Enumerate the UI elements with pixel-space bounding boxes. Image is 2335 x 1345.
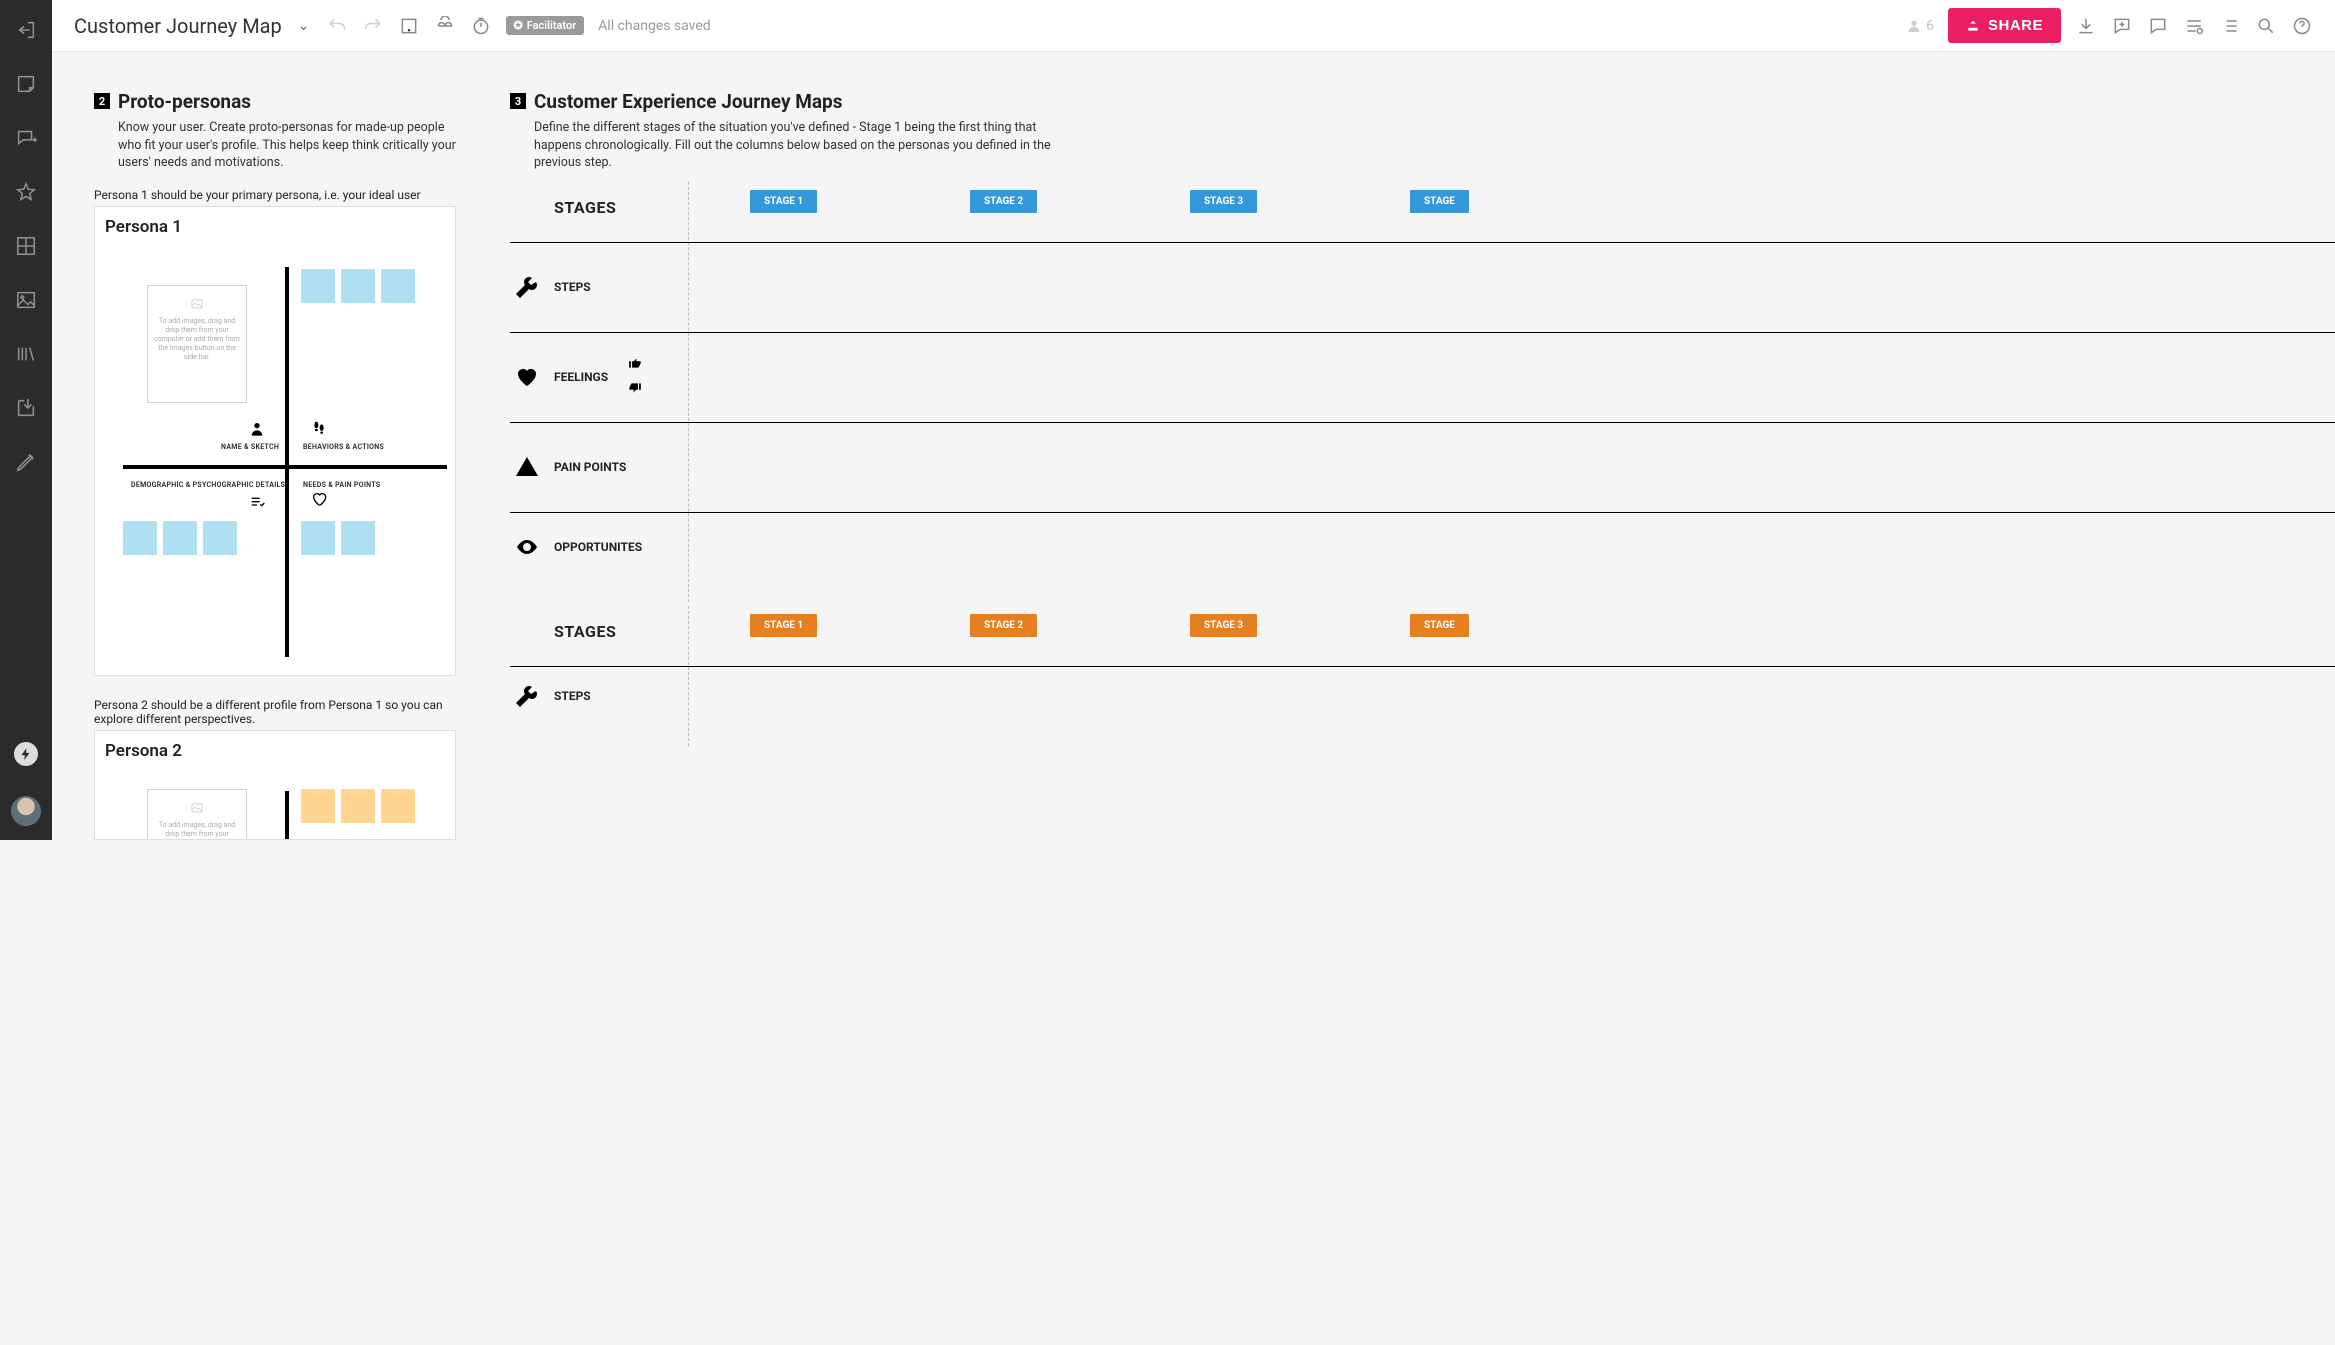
sticky-note[interactable] (381, 789, 415, 823)
lane-opportunities[interactable]: OPPORTUNITES (510, 512, 2335, 582)
thumbs-down-icon (628, 380, 642, 399)
download-icon[interactable] (2075, 15, 2097, 37)
document-title[interactable]: Customer Journey Map (74, 14, 282, 38)
quad-label-tl: NAME & SKETCH (221, 443, 279, 451)
sticky-group-br (301, 521, 375, 555)
facilitator-badge[interactable]: Facilitator (506, 16, 585, 35)
quadrant-hline (123, 465, 447, 469)
stages-label: STAGES (554, 198, 616, 217)
import-icon[interactable] (14, 396, 38, 420)
share-button[interactable]: SHARE (1948, 8, 2061, 43)
persona2-note: Persona 2 should be a different profile … (94, 698, 458, 726)
lane-feelings[interactable]: FEELINGS (510, 332, 2335, 422)
pencil-icon[interactable] (14, 450, 38, 474)
stages-label: STAGES (554, 622, 616, 641)
quad-label-br: NEEDS & PAIN POINTS (303, 481, 380, 489)
persona1-card[interactable]: Persona 1 To add images, drag and drop t… (94, 206, 456, 676)
star-icon[interactable] (14, 180, 38, 204)
list-check-icon (249, 495, 265, 515)
chat-add-icon[interactable] (2111, 15, 2133, 37)
stage-chip[interactable]: STAGE (1410, 614, 1469, 637)
quad-label-bl: DEMOGRAPHIC & PSYCHOGRAPHIC DETAILS (131, 481, 285, 489)
section-number: 3 (510, 93, 526, 109)
help-icon[interactable] (2291, 15, 2313, 37)
timer-icon[interactable] (470, 15, 492, 37)
sticky-note[interactable] (341, 269, 375, 303)
persona1-note: Persona 1 should be your primary persona… (94, 188, 458, 202)
sticky-note[interactable] (381, 269, 415, 303)
stage-chip[interactable]: STAGE 2 (970, 190, 1037, 213)
stage-chip[interactable]: STAGE 3 (1190, 614, 1257, 637)
save-status: All changes saved (598, 18, 711, 34)
section-proto-personas: 2 Proto-personas Know your user. Create … (94, 90, 458, 862)
exit-icon[interactable] (14, 18, 38, 42)
section-description: Define the different stages of the situa… (534, 119, 1054, 172)
activity-icon[interactable] (2183, 15, 2205, 37)
heart-icon (510, 365, 544, 389)
quad-label-tr: BEHAVIORS & ACTIONS (303, 443, 384, 451)
stage-chip[interactable]: STAGE 1 (750, 190, 817, 213)
stage-chip[interactable]: STAGE 2 (970, 614, 1037, 637)
wrench-icon (510, 684, 544, 708)
participants-count[interactable]: 6 (1906, 18, 1934, 34)
bolt-icon[interactable] (14, 742, 38, 766)
section-title: Customer Experience Journey Maps (534, 90, 842, 113)
sticky-group-tr (301, 269, 415, 303)
left-rail (0, 0, 52, 840)
sticky-note[interactable] (341, 789, 375, 823)
lane-steps[interactable]: STEPS (510, 666, 2335, 726)
stage-chip[interactable]: STAGE 3 (1190, 190, 1257, 213)
grid-icon[interactable] (14, 234, 38, 258)
sticky-note[interactable] (301, 789, 335, 823)
quadrant-vline (285, 791, 289, 840)
sticky-group-bl (123, 521, 237, 555)
person-icon (249, 421, 265, 441)
sticky-note[interactable] (123, 521, 157, 555)
stage-chip[interactable]: STAGE 1 (750, 614, 817, 637)
thumbs-up-icon (628, 355, 642, 374)
canvas[interactable]: 2 Proto-personas Know your user. Create … (52, 52, 2335, 1345)
private-mode-icon[interactable] (434, 15, 456, 37)
chat-icon[interactable] (2147, 15, 2169, 37)
persona1-title: Persona 1 (105, 217, 445, 237)
journey-map-2[interactable]: STAGES STAGE 1 STAGE 2 STAGE 3 STAGE STE… (510, 622, 2335, 726)
search-icon[interactable] (2255, 15, 2277, 37)
journey-map-1[interactable]: STAGES STAGE 1 STAGE 2 STAGE 3 STAGE STE… (510, 198, 2335, 582)
persona2-card[interactable]: Persona 2 To add images, drag and drop t… (94, 730, 456, 840)
sticky-note[interactable] (301, 269, 335, 303)
warning-icon (510, 455, 544, 479)
lane-pain-points[interactable]: PAIN POINTS (510, 422, 2335, 512)
sticky-note[interactable] (301, 521, 335, 555)
outline-icon[interactable] (2219, 15, 2241, 37)
image-icon[interactable] (14, 288, 38, 312)
library-icon[interactable] (14, 342, 38, 366)
wrench-icon (510, 275, 544, 299)
image-drop-placeholder[interactable]: To add images, drag and drop them from y… (147, 285, 247, 403)
section-description: Know your user. Create proto-personas fo… (118, 119, 458, 172)
image-drop-placeholder[interactable]: To add images, drag and drop them from y… (147, 789, 247, 840)
stage-chip[interactable]: STAGE (1410, 190, 1469, 213)
section-number: 2 (94, 93, 110, 109)
undo-icon[interactable] (326, 15, 348, 37)
title-chevron-down-icon[interactable]: ⌄ (296, 18, 312, 34)
comment-arrow-icon[interactable] (14, 126, 38, 150)
sticky-note[interactable] (341, 521, 375, 555)
sticky-note[interactable] (163, 521, 197, 555)
quadrant-vline (285, 267, 289, 657)
lane-steps[interactable]: STEPS (510, 242, 2335, 332)
redo-icon[interactable] (362, 15, 384, 37)
sticky-note[interactable] (203, 521, 237, 555)
user-avatar[interactable] (11, 796, 41, 826)
section-journey-maps: 3 Customer Experience Journey Maps Defin… (510, 90, 2335, 862)
persona2-title: Persona 2 (105, 741, 445, 761)
pointer-icon[interactable] (398, 15, 420, 37)
sticky-note-icon[interactable] (14, 72, 38, 96)
section-title: Proto-personas (118, 90, 251, 113)
eye-icon (510, 535, 544, 559)
topbar: Customer Journey Map ⌄ Facilitator All c… (52, 0, 2335, 52)
footsteps-icon (311, 421, 327, 441)
heart-outline-icon (311, 491, 327, 511)
